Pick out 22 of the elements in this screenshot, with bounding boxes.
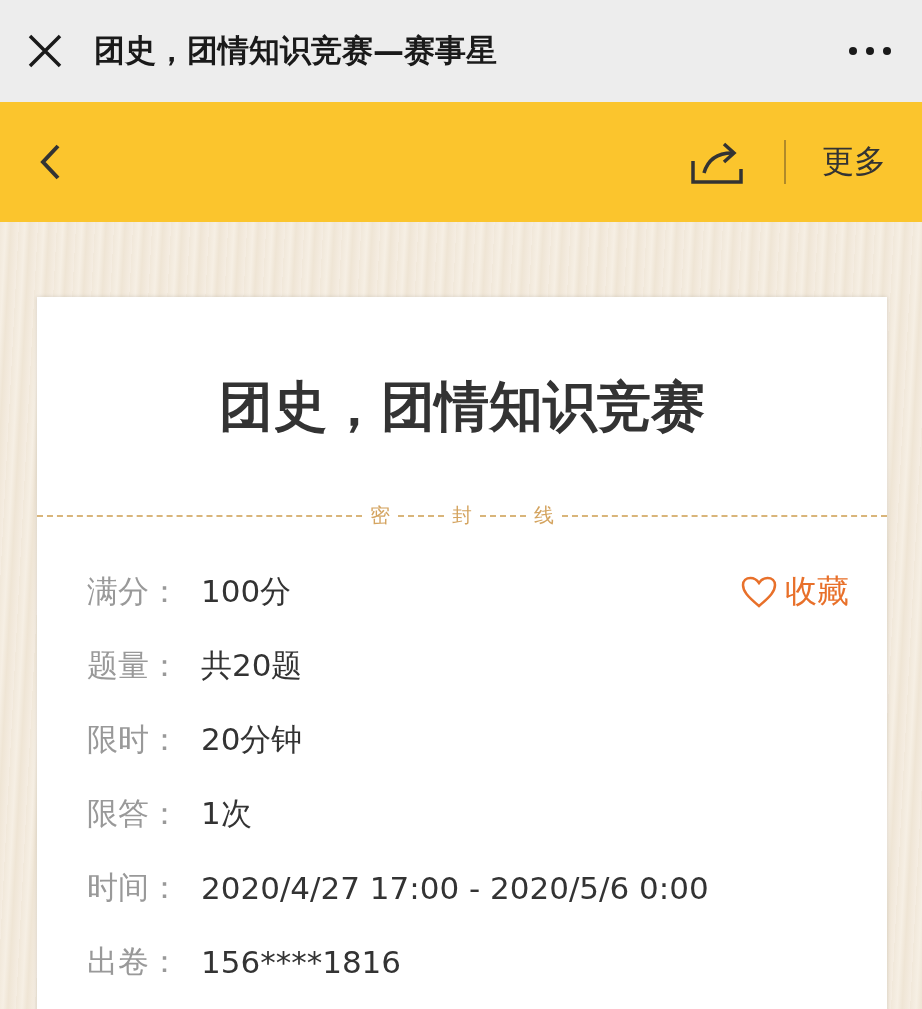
more-options-icon[interactable]	[848, 46, 892, 56]
info-label: 时间：	[87, 868, 181, 907]
info-value: 2020/4/27 17:00 - 2020/5/6 0:00	[201, 870, 710, 906]
seal-line-label: 密	[370, 502, 390, 529]
info-value: 共20题	[201, 646, 304, 685]
info-label: 限时：	[87, 720, 181, 759]
exam-title: 团史，团情知识竞赛	[218, 374, 706, 440]
info-label: 出卷：	[87, 942, 181, 981]
info-label: 满分：	[87, 572, 181, 611]
back-icon[interactable]	[38, 142, 62, 182]
window-title: 团史，团情知识竞赛—赛事星	[94, 31, 498, 70]
info-value: 20分钟	[201, 720, 304, 759]
info-label: 限答：	[87, 794, 181, 833]
info-label: 题量：	[87, 646, 181, 685]
info-value: 1次	[201, 794, 253, 833]
info-value: 100分	[201, 572, 293, 611]
seal-line-label: 封	[452, 502, 472, 529]
heart-icon	[741, 576, 777, 608]
seal-line-label: 线	[534, 502, 554, 529]
close-icon[interactable]	[28, 34, 62, 68]
more-button[interactable]: 更多	[822, 140, 886, 184]
info-value: 156****1816	[201, 944, 403, 980]
